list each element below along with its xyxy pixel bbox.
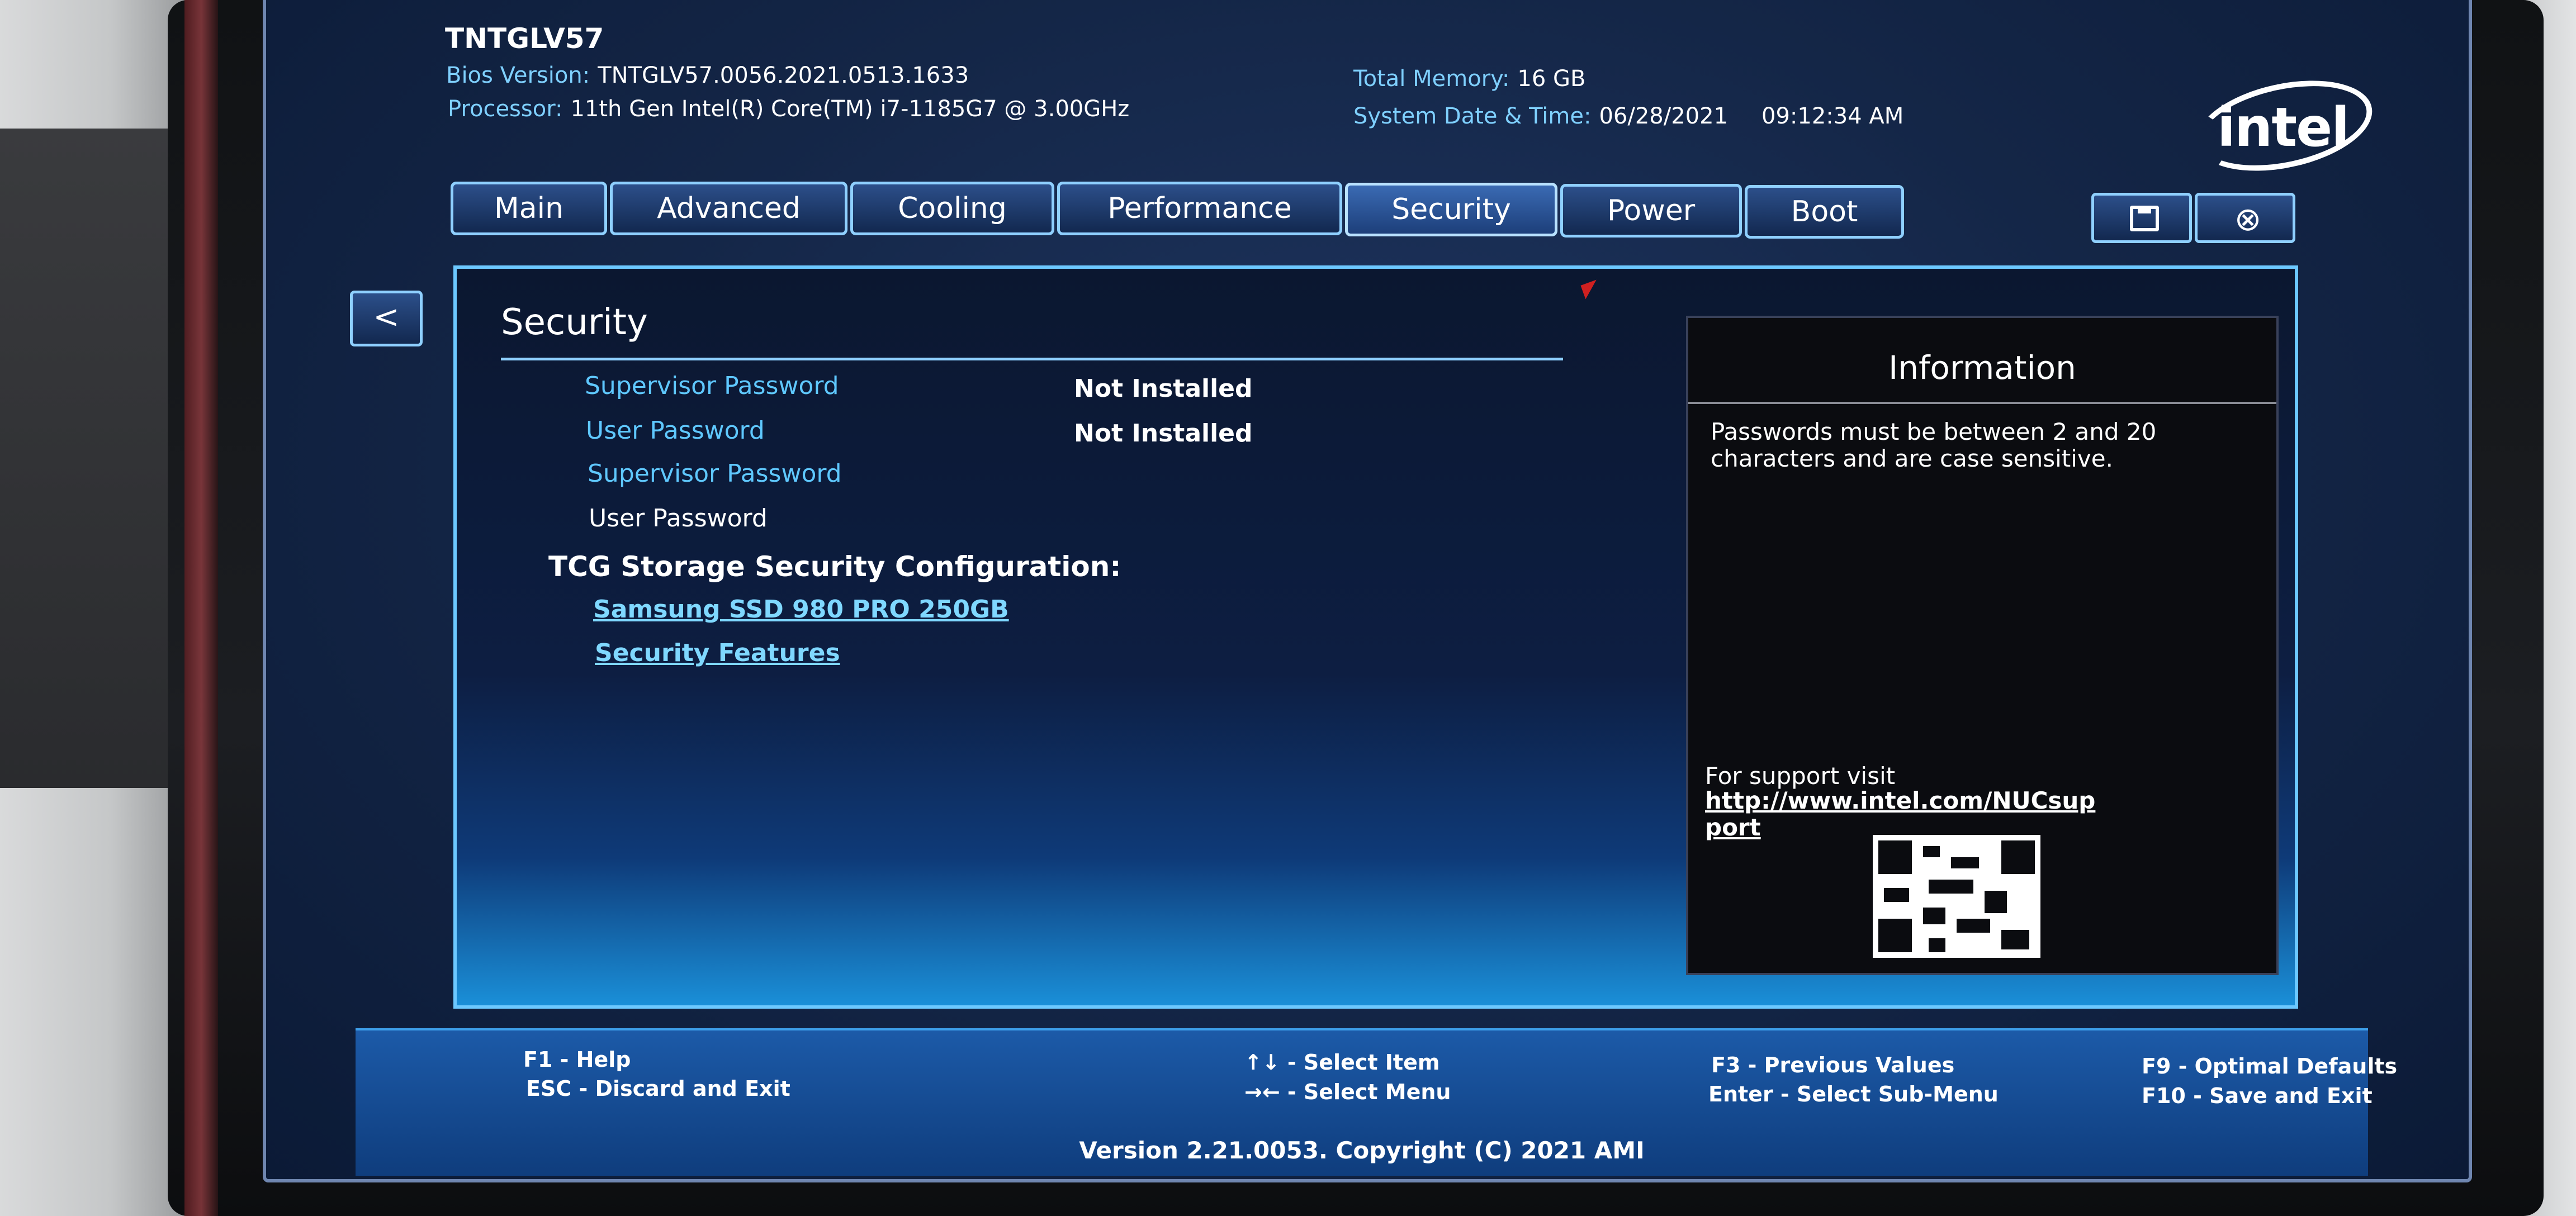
information-panel: Information Passwords must be between 2 … <box>1686 316 2279 975</box>
date-value[interactable]: 06/28/2021 <box>1599 103 1728 129</box>
esc-discard-exit: ESC - Discard and Exit <box>526 1076 790 1101</box>
processor-value: 11th Gen Intel(R) Core(TM) i7-1185G7 @ 3… <box>570 96 1130 122</box>
datetime-line: System Date & Time: 06/28/2021 09:12:34 AM <box>1353 103 1903 129</box>
select-menu-hint: →← - Select Menu <box>1244 1080 1451 1104</box>
set-user-password-item[interactable]: User Password <box>589 504 768 533</box>
logo-text: intel <box>2217 96 2350 159</box>
datetime-label: System Date & Time: <box>1353 103 1592 129</box>
monitor-bezel-edge <box>184 0 218 1216</box>
user-password-status-value: Not Installed <box>1074 419 1253 448</box>
exit-button[interactable]: ⊗ <box>2195 193 2295 243</box>
model-name: TNTGLV57 <box>445 22 604 55</box>
processor-line: Processor: 11th Gen Intel(R) Core(TM) i7-… <box>448 96 1129 122</box>
security-features-link[interactable]: Security Features <box>595 639 840 667</box>
supervisor-password-status-value: Not Installed <box>1074 374 1253 403</box>
qr-code-icon <box>1873 835 2040 958</box>
set-supervisor-password-item[interactable]: Supervisor Password <box>588 459 842 488</box>
supervisor-password-status-label: Supervisor Password <box>585 372 839 400</box>
f10-save-exit: F10 - Save and Exit <box>2142 1084 2373 1108</box>
information-text: Passwords must be between 2 and 20 chara… <box>1711 418 2157 472</box>
tab-power[interactable]: Power <box>1560 184 1742 238</box>
support-label: For support visit <box>1705 762 1896 790</box>
processor-label: Processor: <box>448 96 563 122</box>
tab-main[interactable]: Main <box>451 182 607 235</box>
copyright-text: Version 2.21.0053. Copyright (C) 2021 AM… <box>1079 1137 1645 1164</box>
user-password-status-label: User Password <box>586 416 765 445</box>
title-divider <box>501 358 1563 360</box>
bios-version-line: Bios Version: TNTGLV57.0056.2021.0513.163… <box>446 63 969 88</box>
page-title: Security <box>501 302 648 343</box>
select-item-hint: ↑↓ - Select Item <box>1244 1050 1440 1075</box>
support-link[interactable]: http://www.intel.com/NUCsupport <box>1705 787 2096 841</box>
information-title: Information <box>1888 349 2076 387</box>
tab-security[interactable]: Security <box>1345 183 1557 236</box>
memory-line: Total Memory: 16 GB <box>1353 66 1585 92</box>
information-divider <box>1688 402 2276 404</box>
bios-version-value: TNTGLV57.0056.2021.0513.1633 <box>598 63 969 88</box>
time-value[interactable]: 09:12:34 AM <box>1761 103 1903 129</box>
intel-logo: intel <box>2187 66 2381 186</box>
footer-help-bar: F1 - Help ESC - Discard and Exit ↑↓ - Se… <box>356 1028 2397 1176</box>
memory-value: 16 GB <box>1517 66 1586 92</box>
f9-optimal-defaults: F9 - Optimal Defaults <box>2142 1054 2398 1079</box>
tab-performance[interactable]: Performance <box>1057 182 1342 235</box>
save-button[interactable] <box>2091 193 2192 243</box>
bios-screen: TNTGLV57 Bios Version: TNTGLV57.0056.2021… <box>263 0 2472 1182</box>
memory-label: Total Memory: <box>1353 66 1510 92</box>
f3-previous-values: F3 - Previous Values <box>1711 1053 1955 1077</box>
close-icon: ⊗ <box>2234 200 2262 238</box>
tcg-section-heading: TCG Storage Security Configuration: <box>548 550 1121 583</box>
bios-version-label: Bios Version: <box>446 63 590 88</box>
tab-cooling[interactable]: Cooling <box>850 182 1054 235</box>
back-button[interactable]: < <box>350 291 423 346</box>
ssd-link[interactable]: Samsung SSD 980 PRO 250GB <box>593 595 1009 624</box>
save-icon <box>2130 206 2159 231</box>
f1-help: F1 - Help <box>523 1047 631 1072</box>
tab-boot[interactable]: Boot <box>1745 185 1904 239</box>
tab-advanced[interactable]: Advanced <box>610 182 847 235</box>
enter-select-submenu: Enter - Select Sub-Menu <box>1708 1082 1999 1106</box>
